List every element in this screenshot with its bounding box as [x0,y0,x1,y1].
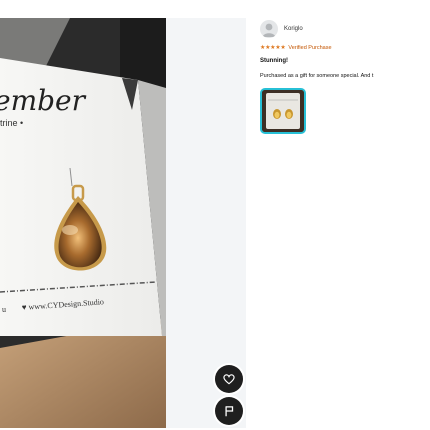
reviewer-name[interactable]: Koriglo [284,26,303,32]
heart-icon [223,374,235,385]
review-body: Purchased as a gift for someone special.… [260,73,374,79]
review-pane: Koriglo ★★★★★ Verified Purchase Stunning… [246,18,430,134]
user-icon [262,23,276,37]
reviewer-profile[interactable]: Koriglo [260,18,430,40]
rating-line: ★★★★★ Verified Purchase [260,43,430,52]
verified-purchase-badge: Verified Purchase [288,44,332,51]
report-button[interactable] [215,397,243,425]
like-button[interactable] [215,365,243,393]
avatar [260,20,278,38]
review-image-thumbnail[interactable] [260,88,306,134]
card-left-fragment: u [2,305,6,314]
review-photo[interactable]: ember trine • ♥ www.CYDesign.Studio u [0,18,166,428]
review-photo-image: ember trine • ♥ www.CYDesign.Studio u [0,18,166,428]
card-subtitle: trine • [0,118,23,128]
review-thumbnail-image [262,90,304,132]
review-title: Stunning! [260,58,288,64]
flag-icon [225,406,234,417]
card-script-text: ember [0,84,87,117]
star-rating: ★★★★★ [260,44,286,51]
